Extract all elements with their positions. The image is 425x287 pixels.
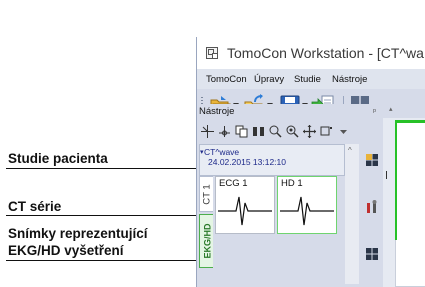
viewer-canvas[interactable] <box>395 120 425 287</box>
menu-bar: TomoCon Úpravy Studie Nástroje <box>197 69 425 89</box>
thumbnail-hd[interactable]: HD 1 <box>277 176 337 234</box>
zoom-icon[interactable] <box>269 125 282 138</box>
tab-ct-label: CT 1 <box>201 183 213 205</box>
study-scrollbar[interactable]: ^ <box>345 144 359 284</box>
menu-nastroje[interactable]: Nástroje <box>332 74 367 85</box>
callout-line-ct <box>6 215 198 216</box>
study-date: 24.02.2015 13:12:10 <box>208 157 286 167</box>
study-browser: ▾ CT^wave 24.02.2015 13:12:10 CT 1 EKG/H… <box>197 140 361 287</box>
cine-icon[interactable] <box>252 125 265 138</box>
active-viewer-border <box>395 120 397 240</box>
layout-grid-small-icon[interactable] <box>366 154 378 166</box>
thumbnail-label: ECG 1 <box>219 178 248 189</box>
more-tools-icon[interactable] <box>337 125 350 138</box>
pan-icon[interactable] <box>303 124 316 138</box>
text-cursor <box>386 171 387 179</box>
menu-studie[interactable]: Studie <box>294 74 321 85</box>
menu-upravy[interactable]: Úpravy <box>254 74 284 85</box>
callout-ekg-hd: EKG/HD vyšetření <box>8 243 124 258</box>
roi-icon[interactable] <box>320 125 333 138</box>
tools-panel: Nástroje ᵖ ▾ CT^wave 24.02.2015 13:12:10… <box>197 104 383 287</box>
collapse-arrow-icon[interactable]: ▾ <box>200 148 204 156</box>
tab-ekg-label: EKG/HD <box>202 223 213 259</box>
scroll-left-icon[interactable]: ▴ <box>389 105 393 113</box>
pointer-icon[interactable] <box>201 124 214 138</box>
callout-snimky: Snímky reprezentující <box>8 226 148 241</box>
viewer-tabstrip: ▴ <box>383 104 425 118</box>
active-viewer-top-border <box>397 120 425 123</box>
magnifier-icon[interactable] <box>286 125 299 138</box>
viewer-area: ▴ <box>383 104 425 287</box>
layout-quad-icon[interactable] <box>366 248 378 260</box>
tools-row <box>197 122 383 140</box>
callout-line-ekg <box>6 260 198 261</box>
app-icon[interactable] <box>206 47 218 59</box>
callout-ct-serie: CT série <box>8 199 62 214</box>
thumbnail-ecg[interactable]: ECG 1 <box>215 176 275 234</box>
window-level-icon[interactable] <box>218 125 231 138</box>
tab-ekg-hd[interactable]: EKG/HD <box>199 214 213 268</box>
thumbnail-strip: ECG 1 HD 1 <box>213 176 345 268</box>
callout-line-studie <box>6 168 198 169</box>
callout-studie-pacienta: Studie pacienta <box>8 151 108 166</box>
tab-ct-series[interactable]: CT 1 <box>199 176 213 212</box>
scroll-up-icon[interactable]: ^ <box>348 146 352 155</box>
ecg-waveform-icon <box>218 196 272 226</box>
study-header[interactable]: ▾ CT^wave 24.02.2015 13:12:10 <box>199 144 345 176</box>
thumbnail-label: HD 1 <box>281 178 303 189</box>
pin-icon[interactable]: ᵖ <box>373 107 376 116</box>
window-title: TomoCon Workstation - [CT^wa <box>227 45 424 61</box>
tools-wrench-icon[interactable] <box>366 200 378 214</box>
app-window: TomoCon Workstation - [CT^wa TomoCon Úpr… <box>196 37 425 287</box>
hd-waveform-icon <box>280 196 334 226</box>
title-bar[interactable]: TomoCon Workstation - [CT^wa <box>197 37 425 69</box>
study-name: CT^wave <box>204 147 240 157</box>
tools-panel-title: Nástroje <box>199 106 235 117</box>
copy-icon[interactable] <box>235 125 248 138</box>
menu-tomocon[interactable]: TomoCon <box>206 74 247 85</box>
side-toolbar <box>361 140 383 287</box>
